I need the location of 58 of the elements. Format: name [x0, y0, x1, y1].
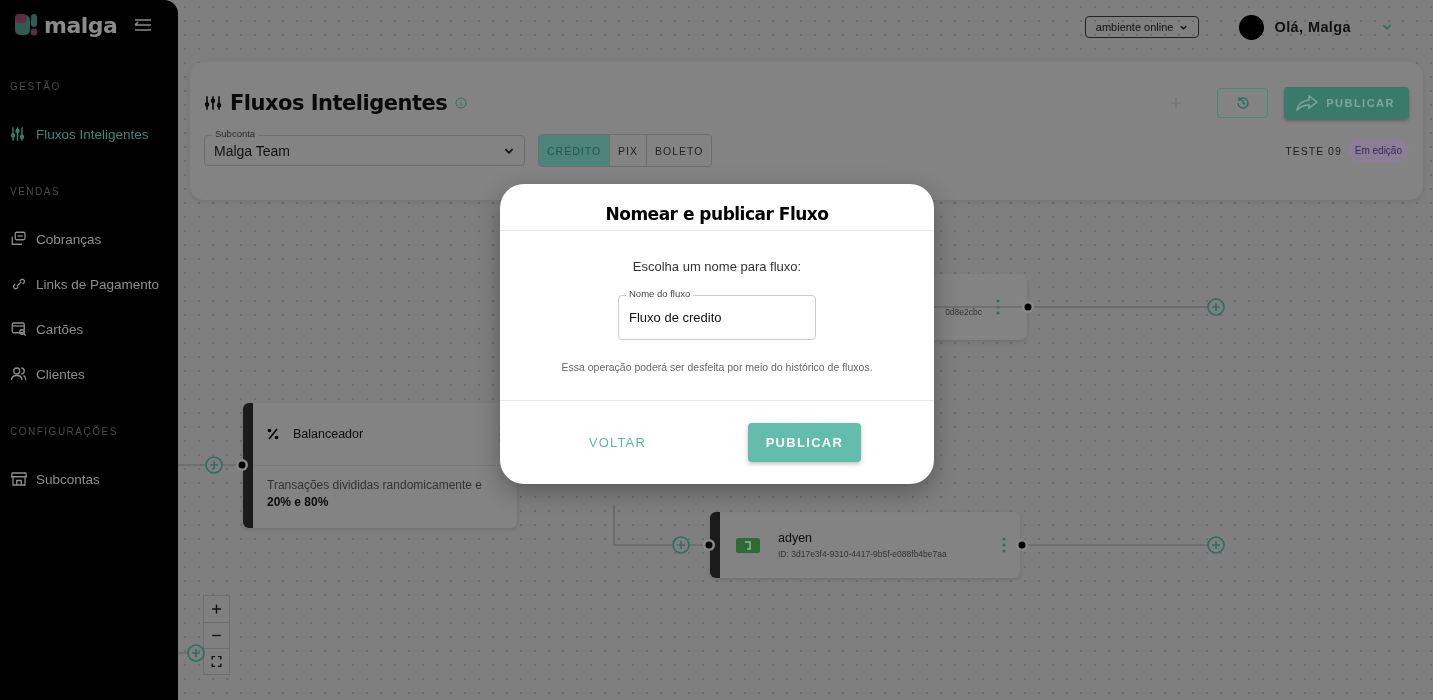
dialog-prompt: Escolha um nome para fluxo:: [632, 259, 802, 274]
info-icon[interactable]: [455, 97, 468, 109]
sidebar-item[interactable]: Clientes: [0, 364, 178, 384]
node-id: ID: 3d17e3f4-9310-4417-9b5f-e088fb4be7aa: [778, 549, 947, 559]
node-title: Balanceador: [293, 427, 364, 441]
balancer-node[interactable]: Balanceador Transações divididas randomicamente e 20% e 80%: [243, 403, 517, 528]
sidebar-item[interactable]: Cobranças: [0, 229, 178, 249]
payment-method-tab[interactable]: BOLETO: [646, 135, 712, 166]
sidebar-item[interactable]: Subcontas: [0, 469, 178, 489]
card-search-icon: [10, 320, 28, 338]
logo-text: malga: [44, 12, 118, 38]
more-icon[interactable]: [1002, 537, 1006, 553]
connector-handle[interactable]: [1022, 301, 1034, 313]
connector-handle[interactable]: [1016, 539, 1028, 551]
sidebar-item[interactable]: Links de Pagamento: [0, 274, 178, 294]
dialog-title: Nomear e publicar Fluxo: [500, 184, 934, 231]
node-bar: [710, 512, 720, 578]
field-label: Subconta: [212, 128, 259, 140]
payment-method-tab[interactable]: PIX: [609, 135, 646, 166]
store-icon: [10, 470, 28, 488]
dialog-note: Essa operação poderá ser desfeita por meio do histórico de fluxos.: [561, 361, 873, 373]
provider-node[interactable]: adyen ID: 3d17e3f4-9310-4417-9b5f-e088fb4be7aa: [710, 512, 1020, 578]
page-title: Fluxos Inteligentes: [230, 91, 448, 115]
environment-dropdown[interactable]: ambiente online: [1084, 16, 1200, 38]
add-icon[interactable]: [205, 456, 223, 474]
menu-icon[interactable]: [134, 18, 152, 32]
sidebar-item[interactable]: Fluxos Inteligentes: [0, 124, 178, 144]
history-icon: [1235, 96, 1250, 110]
cards-icon: [10, 230, 28, 248]
sidebar-item[interactable]: Cartões: [0, 319, 178, 339]
percent-icon: [267, 428, 279, 440]
node-detail: 20% e 80%: [266, 494, 330, 511]
cash-icon: [736, 537, 760, 553]
add-icon[interactable]: [1207, 536, 1225, 554]
flow-name: TESTE 09: [1285, 144, 1342, 157]
users-icon: [10, 365, 28, 383]
section-label: GESTÃO: [9, 81, 62, 92]
connector-line: [613, 504, 673, 546]
node-description: Transações divididas randomicamente e: [266, 477, 483, 492]
share-icon: [1296, 95, 1319, 111]
connector-handle[interactable]: [236, 459, 248, 471]
field-label: Nome do fluxo: [626, 288, 694, 300]
section-label: CONFIGURAÇÕES: [9, 426, 119, 437]
logo-icon: [14, 13, 38, 37]
section-label: VENDAS: [9, 186, 62, 197]
more-icon[interactable]: [996, 299, 1000, 315]
add-icon[interactable]: [1207, 298, 1225, 316]
subaccount-select[interactable]: Subconta Malga Team: [204, 127, 525, 166]
node-id: 0d8e2cbc: [945, 307, 982, 317]
node-title: adyen: [778, 531, 814, 545]
status-badge: Em edição: [1347, 139, 1409, 162]
connector-handle[interactable]: [703, 539, 715, 551]
add-icon[interactable]: [672, 536, 690, 554]
avatar[interactable]: [1239, 14, 1265, 40]
sliders-icon: [204, 94, 222, 112]
user-greeting: Olá, Malga: [1274, 19, 1351, 35]
history-button[interactable]: [1217, 88, 1269, 118]
add-icon[interactable]: [187, 644, 205, 662]
